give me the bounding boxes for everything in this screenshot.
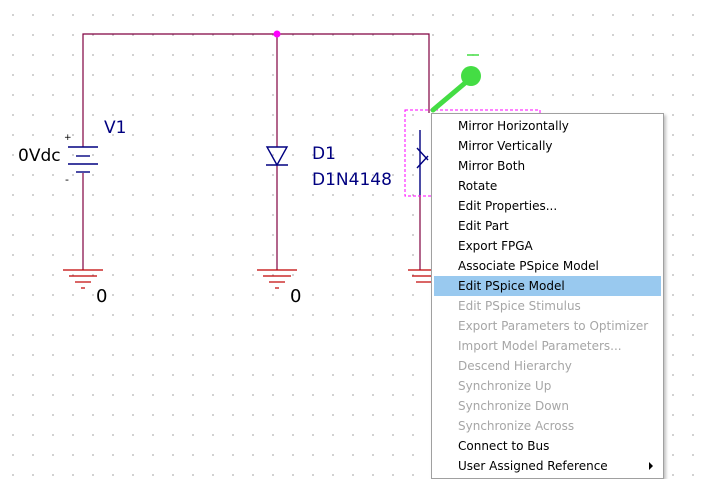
v1-value-label[interactable]: 0Vdc: [18, 146, 61, 166]
menu-item-edit-pspice-model[interactable]: Edit PSpice Model: [434, 276, 661, 296]
v1-battery-symbol: [68, 146, 98, 173]
wires: [82, 33, 430, 270]
menu-item-associate-pspice-model[interactable]: Associate PSpice Model: [434, 256, 661, 276]
v1-plus-sign: +: [64, 133, 72, 143]
d1-reference-label[interactable]: D1: [312, 144, 336, 164]
menu-item-mirror-both[interactable]: Mirror Both: [434, 156, 661, 176]
v1-reference-label[interactable]: V1: [104, 118, 126, 138]
menu-item-import-model-parameters[interactable]: Import Model Parameters...: [434, 336, 661, 356]
menu-item-synchronize-down[interactable]: Synchronize Down: [434, 396, 661, 416]
d1-diode-symbol: [265, 146, 289, 167]
menu-item-mirror-horizontally[interactable]: Mirror Horizontally: [434, 116, 661, 136]
v1-minus-sign: -: [65, 173, 69, 186]
d1-part-label[interactable]: D1N4148: [312, 170, 392, 190]
wire-top: [82, 33, 430, 147]
menu-item-edit-pspice-stimulus[interactable]: Edit PSpice Stimulus: [434, 296, 661, 316]
menu-item-export-parameters-to-optimizer[interactable]: Export Parameters to Optimizer: [434, 316, 661, 336]
menu-item-synchronize-up[interactable]: Synchronize Up: [434, 376, 661, 396]
junction-dot: [273, 30, 281, 38]
menu-item-descend-hierarchy[interactable]: Descend Hierarchy: [434, 356, 661, 376]
menu-item-user-assigned-reference[interactable]: User Assigned Reference: [434, 456, 661, 476]
menu-item-connect-to-bus[interactable]: Connect to Bus: [434, 436, 661, 456]
menu-item-rotate[interactable]: Rotate: [434, 176, 661, 196]
menu-item-edit-properties[interactable]: Edit Properties...: [434, 196, 661, 216]
ground-2-label[interactable]: 0: [290, 287, 301, 307]
ground-symbol-3: [408, 269, 431, 283]
menu-item-user-assigned-reference-label: User Assigned Reference: [458, 459, 608, 473]
menu-item-synchronize-across[interactable]: Synchronize Across: [434, 416, 661, 436]
ground-1-label[interactable]: 0: [96, 287, 107, 307]
menu-item-export-fpga[interactable]: Export FPGA: [434, 236, 661, 256]
voltage-probe-icon[interactable]: [430, 54, 481, 113]
submenu-arrow-icon: [649, 462, 653, 470]
context-menu: Mirror Horizontally Mirror Vertically Mi…: [431, 113, 664, 479]
menu-item-mirror-vertically[interactable]: Mirror Vertically: [434, 136, 661, 156]
menu-item-edit-part[interactable]: Edit Part: [434, 216, 661, 236]
